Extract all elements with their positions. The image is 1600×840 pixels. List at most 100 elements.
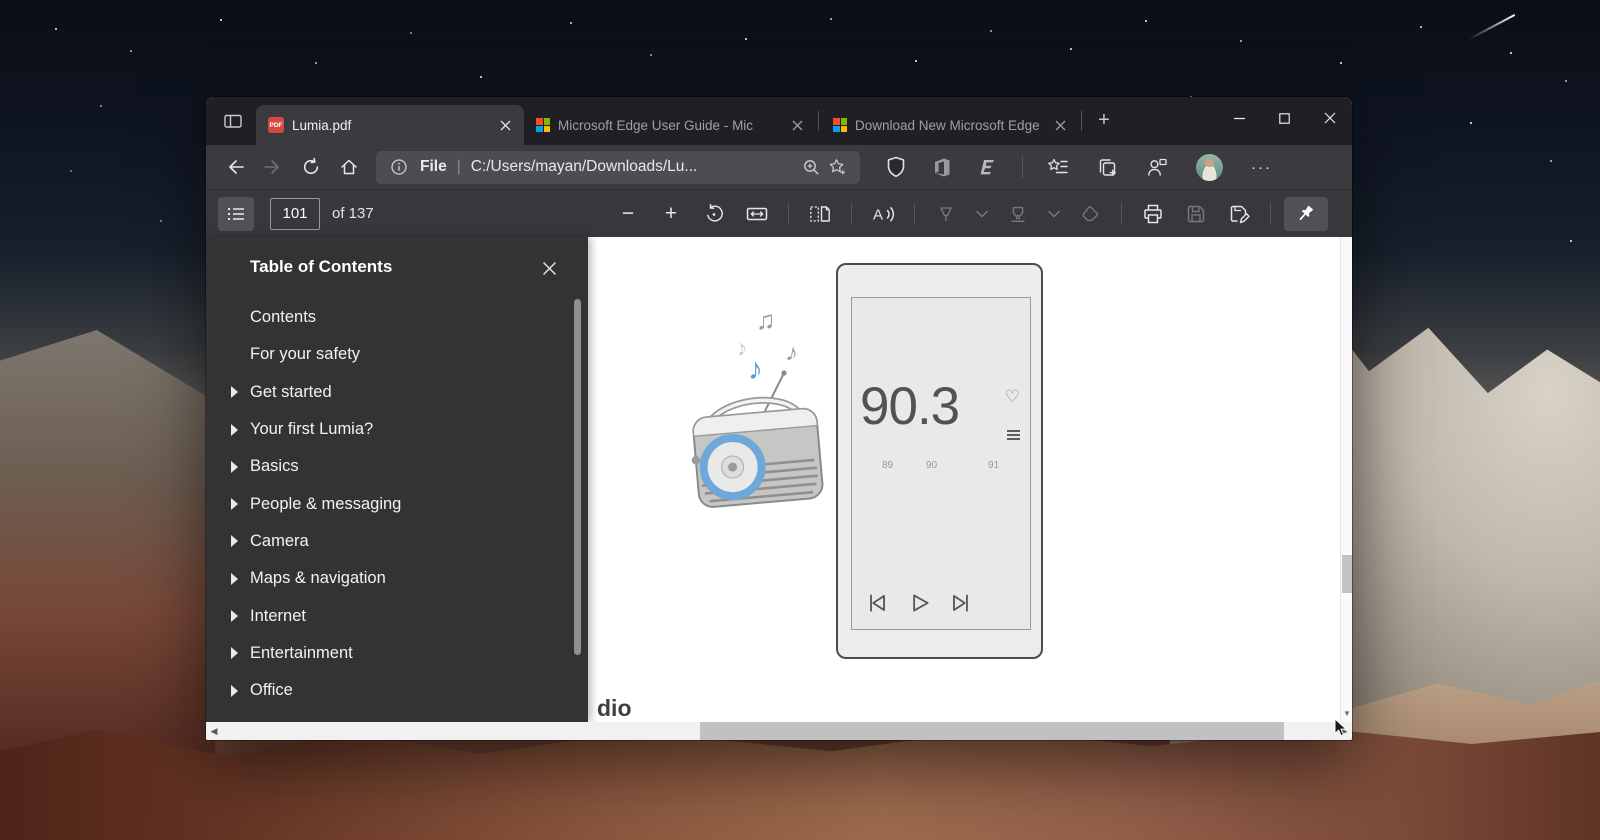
editor-extension-icon[interactable] bbox=[978, 157, 998, 177]
toc-item-label: Maps & navigation bbox=[250, 569, 386, 588]
back-icon bbox=[225, 157, 245, 177]
draw-pen-button bbox=[928, 197, 964, 231]
home-button[interactable] bbox=[330, 151, 368, 184]
profile-avatar[interactable] bbox=[1196, 154, 1223, 181]
playback-controls bbox=[864, 590, 974, 616]
toc-item[interactable]: Get started bbox=[206, 374, 588, 411]
radio-frequency: 90.3 bbox=[860, 376, 959, 437]
highlighter-button bbox=[1000, 197, 1036, 231]
horizontal-scrollbar[interactable]: ◀ ▶ bbox=[206, 722, 1352, 740]
microsoft-logo-icon bbox=[833, 118, 847, 132]
expand-caret-icon bbox=[231, 386, 238, 398]
toolbar-separator bbox=[914, 203, 915, 225]
toc-item[interactable]: Your first Lumia? bbox=[206, 411, 588, 448]
music-note-icon: ♪ bbox=[784, 339, 801, 368]
page-number-input[interactable] bbox=[270, 198, 320, 230]
expand-caret-icon bbox=[231, 424, 238, 436]
toc-item[interactable]: Contents bbox=[206, 299, 588, 336]
home-icon bbox=[339, 157, 359, 177]
new-tab-button[interactable]: + bbox=[1090, 108, 1118, 134]
close-tab-icon[interactable] bbox=[1051, 116, 1069, 134]
zoom-search-icon[interactable] bbox=[798, 154, 824, 180]
fit-to-width-button[interactable] bbox=[739, 197, 775, 231]
eraser-button bbox=[1072, 197, 1108, 231]
close-tab-icon[interactable] bbox=[788, 116, 806, 134]
info-icon[interactable] bbox=[386, 154, 412, 180]
toolbar-separator bbox=[1270, 203, 1271, 225]
frequency-tick: 90 bbox=[926, 460, 937, 471]
toc-item[interactable]: People & messaging bbox=[206, 485, 588, 522]
close-icon bbox=[1324, 112, 1336, 124]
toc-title: Table of Contents bbox=[250, 257, 392, 277]
pin-toolbar-icon bbox=[1295, 203, 1317, 225]
favorites-bar-icon[interactable] bbox=[1047, 157, 1069, 177]
table-of-contents-button[interactable] bbox=[218, 197, 254, 231]
window-controls bbox=[1217, 97, 1352, 139]
frequency-tick: 91 bbox=[988, 460, 999, 471]
minimize-button[interactable] bbox=[1217, 97, 1262, 139]
read-aloud-button[interactable]: A bbox=[865, 197, 901, 231]
toc-item[interactable]: For your safety bbox=[206, 336, 588, 373]
address-bar[interactable]: File | C:/Users/mayan/Downloads/Lu... bbox=[376, 151, 860, 184]
radio-illustration: ♫ ♪ ♪ ♪ bbox=[686, 297, 836, 529]
maximize-button[interactable] bbox=[1262, 97, 1307, 139]
office-extension-icon[interactable] bbox=[932, 157, 952, 178]
more-menu-icon[interactable]: ··· bbox=[1251, 159, 1272, 176]
rotate-button[interactable] bbox=[696, 197, 732, 231]
expand-caret-icon bbox=[231, 685, 238, 697]
zoom-in-button[interactable]: + bbox=[653, 197, 689, 231]
expand-caret-icon bbox=[231, 610, 238, 622]
forward-icon bbox=[263, 157, 283, 177]
toc-item[interactable]: Camera bbox=[206, 523, 588, 560]
back-button[interactable] bbox=[216, 151, 254, 184]
refresh-button[interactable] bbox=[292, 151, 330, 184]
toc-item[interactable]: Maps & navigation bbox=[206, 560, 588, 597]
add-favorite-star-icon[interactable] bbox=[824, 154, 850, 180]
save-as-button[interactable] bbox=[1221, 197, 1257, 231]
vertical-scrollbar[interactable]: ▼ bbox=[1340, 237, 1352, 722]
expand-caret-icon bbox=[231, 535, 238, 547]
toc-item[interactable]: Internet bbox=[206, 597, 588, 634]
read-aloud-icon: A bbox=[870, 203, 896, 225]
toc-item[interactable]: Entertainment bbox=[206, 635, 588, 672]
tab-title: Microsoft Edge User Guide - Mic bbox=[558, 118, 780, 133]
browser-actions-group: ··· bbox=[1047, 154, 1272, 181]
pdf-toolbar: of 137 − + bbox=[206, 190, 1352, 237]
tab-edge-user-guide[interactable]: Microsoft Edge User Guide - Mic bbox=[524, 105, 816, 145]
toc-item[interactable]: Office bbox=[206, 672, 588, 709]
page-view-button[interactable] bbox=[802, 197, 838, 231]
toc-scrollbar-thumb[interactable] bbox=[574, 299, 581, 655]
chevron-down-icon bbox=[975, 209, 989, 219]
vertical-scrollbar-thumb[interactable] bbox=[1342, 555, 1352, 593]
tab-actions-button[interactable] bbox=[218, 108, 248, 134]
tab-strip: PDF Lumia.pdf Microsoft Edge User Guide … bbox=[206, 97, 1352, 145]
toc-item-label: Office bbox=[250, 681, 293, 700]
tab-separator bbox=[1081, 111, 1082, 131]
pin-toolbar-button[interactable] bbox=[1284, 197, 1328, 231]
horizontal-scrollbar-thumb[interactable] bbox=[700, 722, 1284, 740]
tab-download-edge[interactable]: Download New Microsoft Edge B bbox=[821, 105, 1079, 145]
profile-share-icon[interactable] bbox=[1146, 157, 1168, 178]
frequency-tick: 89 bbox=[882, 460, 893, 471]
toolbar-separator bbox=[1121, 203, 1122, 225]
close-window-button[interactable] bbox=[1307, 97, 1352, 139]
minimize-icon bbox=[1234, 113, 1245, 124]
scheme-label: File bbox=[420, 158, 447, 176]
tab-title: Download New Microsoft Edge B bbox=[855, 118, 1043, 133]
shield-extension-icon[interactable] bbox=[886, 156, 906, 178]
extensions-group bbox=[886, 156, 998, 178]
save-as-icon bbox=[1227, 202, 1251, 226]
expand-caret-icon bbox=[231, 647, 238, 659]
zoom-out-button[interactable]: − bbox=[610, 197, 646, 231]
collections-icon[interactable] bbox=[1097, 157, 1118, 178]
print-button[interactable] bbox=[1135, 197, 1171, 231]
toc-item[interactable]: Basics bbox=[206, 448, 588, 485]
save-button bbox=[1178, 197, 1214, 231]
toolbar-separator bbox=[851, 203, 852, 225]
close-toc-button[interactable] bbox=[536, 255, 562, 281]
favorite-heart-icon: ♡ bbox=[1005, 388, 1020, 405]
scroll-left-arrow[interactable]: ◀ bbox=[206, 722, 222, 740]
close-tab-icon[interactable] bbox=[496, 116, 514, 134]
tab-lumia-pdf[interactable]: PDF Lumia.pdf bbox=[256, 105, 524, 145]
toc-item-label: Basics bbox=[250, 457, 299, 476]
